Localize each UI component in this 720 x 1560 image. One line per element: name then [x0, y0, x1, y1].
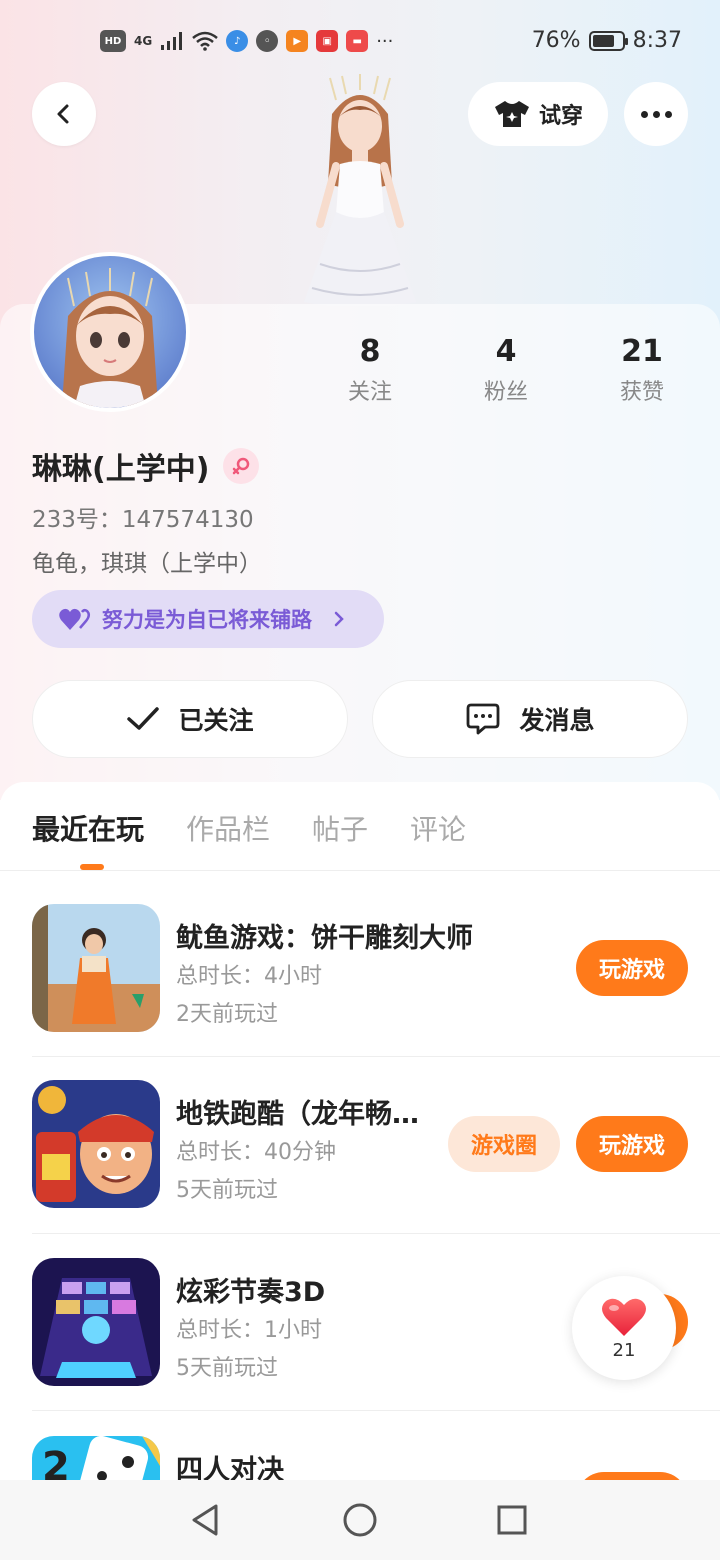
- game-icon-rhythm: [32, 1258, 160, 1386]
- network-type-icon: 4G: [134, 34, 153, 48]
- motto-badge[interactable]: 努力是为自已将来铺路: [32, 590, 384, 648]
- avatar-image: [62, 268, 158, 408]
- music-icon: ♪: [226, 30, 249, 52]
- profile-stats: 8 关注 4 粉丝 21 获赞: [300, 334, 720, 414]
- play-game-button[interactable]: 玩游戏: [576, 940, 688, 996]
- row-divider: [32, 1056, 720, 1057]
- user-id: 233号：147574130: [32, 507, 254, 533]
- status-right: 76% 8:37: [532, 28, 682, 53]
- like-count: 21: [612, 1339, 636, 1361]
- try-on-button[interactable]: 试穿: [468, 82, 608, 146]
- clock: 8:37: [632, 28, 682, 53]
- chevron-left-icon: [57, 104, 69, 124]
- game-item[interactable]: 地铁跑酷（龙年畅… 总时长：40分钟 5天前玩过 游戏圈 玩游戏: [0, 1080, 720, 1258]
- stat-following-value: 8: [359, 334, 381, 369]
- tab-works[interactable]: 作品栏: [186, 808, 270, 848]
- game-duration: 总时长：40分钟: [176, 1140, 336, 1165]
- shop-icon: ▬: [346, 30, 369, 52]
- game-duration: 总时长：1小时: [176, 1318, 322, 1343]
- tab-posts[interactable]: 帖子: [312, 808, 368, 848]
- overflow-icon: ···: [376, 30, 394, 52]
- stat-followers[interactable]: 4 粉丝: [436, 334, 576, 406]
- game-icon-subway: [32, 1080, 160, 1208]
- game-icon-squid: [32, 904, 160, 1032]
- game-last-played: 5天前玩过: [176, 1178, 278, 1203]
- game-title: 炫彩节奏3D: [176, 1277, 326, 1308]
- stat-likes-label: 获赞: [619, 380, 664, 405]
- status-bar: HD 4G ♪ ◦ ▶ ▣ ▬ ··· 76% 8:37: [0, 20, 720, 64]
- game-title: 鱿鱼游戏：饼干雕刻大师: [176, 923, 473, 954]
- stat-followers-label: 粉丝: [483, 380, 528, 405]
- more-icon: [640, 110, 672, 118]
- heart-icon: [602, 1298, 646, 1336]
- stat-likes[interactable]: 21 获赞: [572, 334, 712, 406]
- game-last-played: 2天前玩过: [176, 1002, 278, 1027]
- reader-icon: ▣: [316, 30, 339, 52]
- username: 琳琳(上学中): [32, 452, 210, 487]
- stat-followers-value: 4: [495, 334, 517, 369]
- tab-recent[interactable]: 最近在玩: [32, 808, 144, 848]
- stat-likes-value: 21: [621, 334, 663, 369]
- follow-button[interactable]: 已关注: [32, 680, 348, 758]
- wifi-icon: [192, 31, 219, 51]
- message-label: 发消息: [519, 706, 595, 735]
- tab-comments[interactable]: 评论: [410, 808, 466, 848]
- avatar[interactable]: [30, 252, 190, 412]
- battery-icon: [588, 30, 628, 51]
- signal-icon: [161, 32, 183, 50]
- check-icon: [127, 707, 160, 730]
- status-left: HD 4G ♪ ◦ ▶ ▣ ▬ ···: [100, 30, 393, 52]
- nav-back-icon[interactable]: [186, 1500, 226, 1540]
- more-button[interactable]: [624, 82, 688, 146]
- hd-icon: HD: [100, 30, 126, 52]
- game-circle-button[interactable]: 游戏圈: [448, 1116, 560, 1172]
- battery-text: 76%: [531, 28, 581, 53]
- try-on-label: 试穿: [538, 104, 583, 129]
- wechat-icon: ◦: [256, 30, 279, 52]
- avatar-figure-image: [304, 74, 416, 306]
- username-row: 琳琳(上学中): [32, 444, 260, 488]
- female-icon: [223, 448, 260, 484]
- game-duration: 总时长：4小时: [176, 964, 322, 989]
- play-game-button[interactable]: 玩游戏: [576, 1116, 688, 1172]
- follow-label: 已关注: [178, 706, 254, 735]
- user-bio: 龟龟，琪琪（上学中）: [32, 551, 262, 577]
- battery-fill: [592, 34, 614, 47]
- message-button[interactable]: 发消息: [372, 680, 688, 758]
- stat-following-label: 关注: [347, 380, 392, 405]
- stat-following[interactable]: 8 关注: [300, 334, 440, 406]
- tab-divider: [0, 870, 720, 871]
- nav-home-icon[interactable]: [340, 1500, 380, 1540]
- double-heart-icon: [59, 608, 90, 630]
- like-float-button[interactable]: 21: [572, 1276, 676, 1380]
- tshirt-icon: [494, 101, 529, 127]
- motto-text: 努力是为自已将来铺路: [102, 608, 312, 632]
- nav-recents-icon[interactable]: [492, 1500, 532, 1540]
- video-icon: ▶: [286, 30, 309, 52]
- game-title: 地铁跑酷（龙年畅…: [176, 1099, 419, 1130]
- row-divider: [32, 1233, 720, 1234]
- row-divider: [32, 1410, 720, 1411]
- chevron-right-icon: [334, 611, 344, 627]
- back-button[interactable]: [32, 82, 96, 146]
- chat-bubble-icon: [467, 703, 500, 735]
- game-last-played: 5天前玩过: [176, 1356, 278, 1381]
- tab-bar: 最近在玩 作品栏 帖子 评论: [32, 808, 466, 848]
- system-nav-bar: [0, 1480, 720, 1560]
